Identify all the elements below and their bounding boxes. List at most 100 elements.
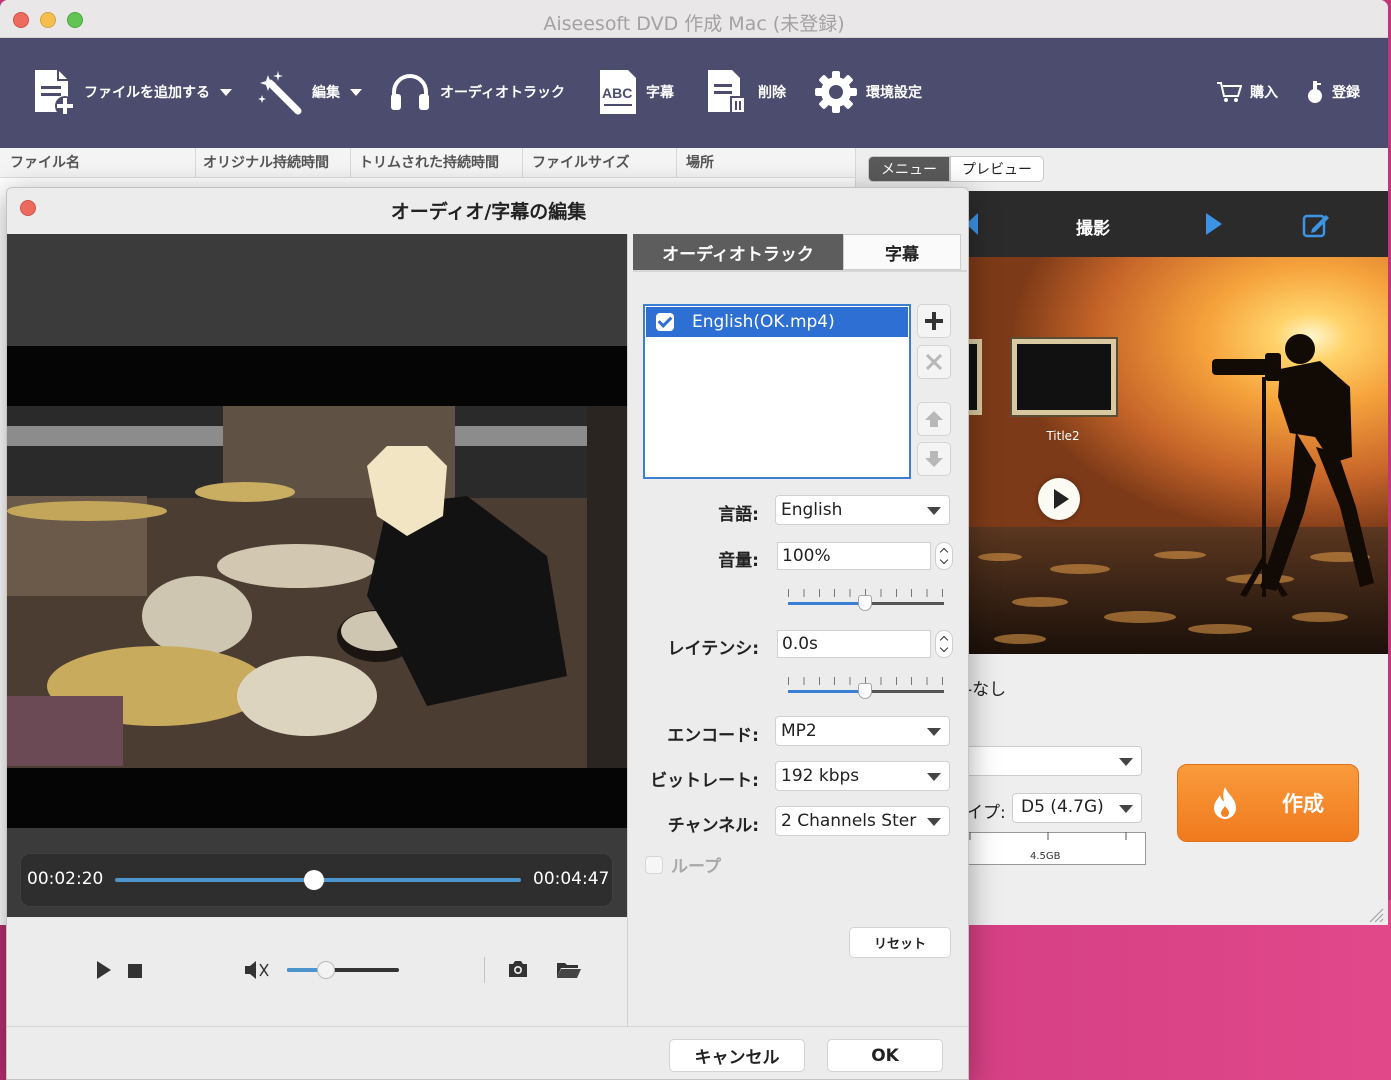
- create-label: 作成: [1282, 792, 1324, 816]
- move-down-button[interactable]: [917, 442, 951, 476]
- drummer-video-image: [7, 346, 627, 828]
- loop-checkbox[interactable]: [645, 855, 663, 874]
- add-file-button[interactable]: ファイルを追加する: [32, 66, 232, 118]
- disc-type-select[interactable]: D5 (4.7G): [1012, 793, 1142, 823]
- bitrate-label: ビットレート:: [650, 771, 759, 791]
- subtitle-button[interactable]: ABC 字幕: [598, 66, 674, 118]
- chevron-down-icon: [927, 728, 941, 736]
- encoder-select[interactable]: MP2: [775, 716, 950, 746]
- column-file-size[interactable]: ファイルサイズ: [532, 153, 638, 173]
- tab-audio-track[interactable]: オーディオトラック: [633, 234, 843, 270]
- encoder-value: MP2: [781, 721, 817, 741]
- add-file-icon: [35, 70, 75, 116]
- menu-header: [960, 191, 1388, 257]
- delete-label: 削除: [758, 85, 786, 101]
- audio-track-button[interactable]: オーディオトラック: [388, 66, 565, 118]
- tab-subtitle[interactable]: 字幕: [843, 234, 961, 270]
- file-list-header: ファイル名 オリジナル持続時間 トリムされた持続時間 ファイルサイズ 場所: [0, 148, 855, 178]
- column-original-duration[interactable]: オリジナル持続時間: [203, 153, 337, 173]
- column-location[interactable]: 場所: [686, 153, 722, 173]
- window-title: Aiseesoft DVD 作成 Mac (未登録): [543, 13, 845, 35]
- loop-option[interactable]: ループ: [645, 852, 721, 877]
- next-arrow-icon[interactable]: [1206, 213, 1222, 235]
- latency-input[interactable]: 0.0s: [777, 630, 931, 658]
- column-divider: [350, 148, 351, 178]
- edit-button[interactable]: 編集: [258, 66, 362, 118]
- volume-slider[interactable]: [788, 589, 944, 613]
- resize-grip-icon[interactable]: [1366, 905, 1384, 923]
- tabs-divider: [633, 270, 967, 272]
- register-button[interactable]: 登録: [1306, 66, 1360, 118]
- channel-select[interactable]: 2 Channels Ster: [775, 806, 950, 836]
- volume-stepper[interactable]: [935, 542, 953, 570]
- close-icon: [926, 354, 942, 370]
- audio-track-list[interactable]: English(OK.mp4): [643, 304, 911, 479]
- language-value: English: [781, 500, 843, 520]
- latency-slider[interactable]: [788, 677, 944, 701]
- remove-track-button[interactable]: [917, 345, 951, 379]
- menu-option-select[interactable]: [960, 746, 1142, 776]
- buy-button[interactable]: 購入: [1216, 66, 1278, 118]
- capacity-label: 4.5GB: [1030, 851, 1061, 862]
- channel-label: チャンネル:: [667, 816, 759, 836]
- edit-tabs: オーディオトラック 字幕: [633, 234, 961, 270]
- language-select[interactable]: English: [775, 495, 950, 525]
- menu-play-button[interactable]: [1038, 478, 1080, 520]
- disc-type-label: イプ:: [966, 803, 1006, 823]
- slider-handle[interactable]: [858, 595, 872, 611]
- column-divider: [195, 148, 196, 178]
- delete-file-icon: [708, 70, 746, 114]
- add-track-button[interactable]: [917, 304, 951, 338]
- delete-button[interactable]: 削除: [706, 66, 786, 118]
- current-time: 00:02:20: [27, 869, 104, 889]
- buy-label: 購入: [1250, 85, 1278, 101]
- camera-snapshot-icon[interactable]: [507, 960, 529, 978]
- cancel-button[interactable]: キャンセル: [669, 1039, 805, 1072]
- column-file-name[interactable]: ファイル名: [10, 153, 88, 173]
- magic-wand-icon: [258, 71, 302, 115]
- preferences-button[interactable]: 環境設定: [814, 66, 922, 118]
- tab-menu[interactable]: メニュー: [868, 156, 950, 182]
- encoder-label: エンコード:: [667, 726, 759, 746]
- menu-thumbnail-title2[interactable]: [1012, 339, 1116, 415]
- audio-subtitle-edit-dialog: オーディオ/字幕の編集 00:02:20 00:04:47 オーディオトラック …: [6, 187, 969, 1080]
- track-checkbox[interactable]: [656, 313, 674, 331]
- register-label: 登録: [1332, 85, 1360, 101]
- slider-handle[interactable]: [858, 683, 872, 699]
- reset-button[interactable]: リセット: [849, 927, 951, 958]
- bitrate-select[interactable]: 192 kbps: [775, 761, 950, 791]
- volume-label: 音量:: [718, 551, 759, 571]
- edit-label: 編集: [312, 85, 340, 101]
- volume-handle[interactable]: [317, 961, 336, 979]
- dialog-title-bar: オーディオ/字幕の編集: [7, 188, 968, 234]
- play-icon[interactable]: [97, 961, 111, 979]
- thumbnail-label: Title2: [1046, 429, 1080, 443]
- list-item[interactable]: English(OK.mp4): [646, 307, 908, 337]
- tab-preview[interactable]: プレビュー: [950, 156, 1044, 182]
- seek-bar-panel: 00:02:20 00:04:47: [20, 853, 613, 907]
- mute-speaker-icon[interactable]: [245, 960, 269, 980]
- language-label: 言語:: [718, 505, 759, 525]
- volume-input[interactable]: 100%: [777, 542, 931, 570]
- toolbar: ファイルを追加する 編集 オーディオトラック ABC 字幕 削除 環境設定 購入…: [0, 38, 1388, 148]
- chevron-down-icon: [927, 818, 941, 826]
- playback-volume-slider[interactable]: [287, 961, 399, 979]
- column-trimmed-duration[interactable]: トリムされた持続時間: [359, 153, 507, 173]
- ok-button[interactable]: OK: [827, 1039, 943, 1072]
- seek-handle[interactable]: [303, 870, 324, 890]
- stop-icon[interactable]: [128, 964, 142, 978]
- create-button[interactable]: 作成: [1177, 764, 1359, 842]
- arrow-down-icon: [925, 451, 943, 467]
- edit-template-icon[interactable]: [1302, 211, 1330, 239]
- video-frame[interactable]: [7, 346, 627, 828]
- move-up-button[interactable]: [917, 402, 951, 436]
- slider-fill: [788, 690, 866, 693]
- column-divider: [676, 148, 677, 178]
- add-file-label: ファイルを追加する: [84, 85, 210, 101]
- column-divider: [522, 148, 523, 178]
- folder-icon[interactable]: [556, 961, 582, 979]
- dialog-title: オーディオ/字幕の編集: [390, 201, 587, 223]
- headphones-icon: [391, 74, 429, 110]
- panel-divider: [627, 234, 628, 1027]
- latency-stepper[interactable]: [935, 630, 953, 658]
